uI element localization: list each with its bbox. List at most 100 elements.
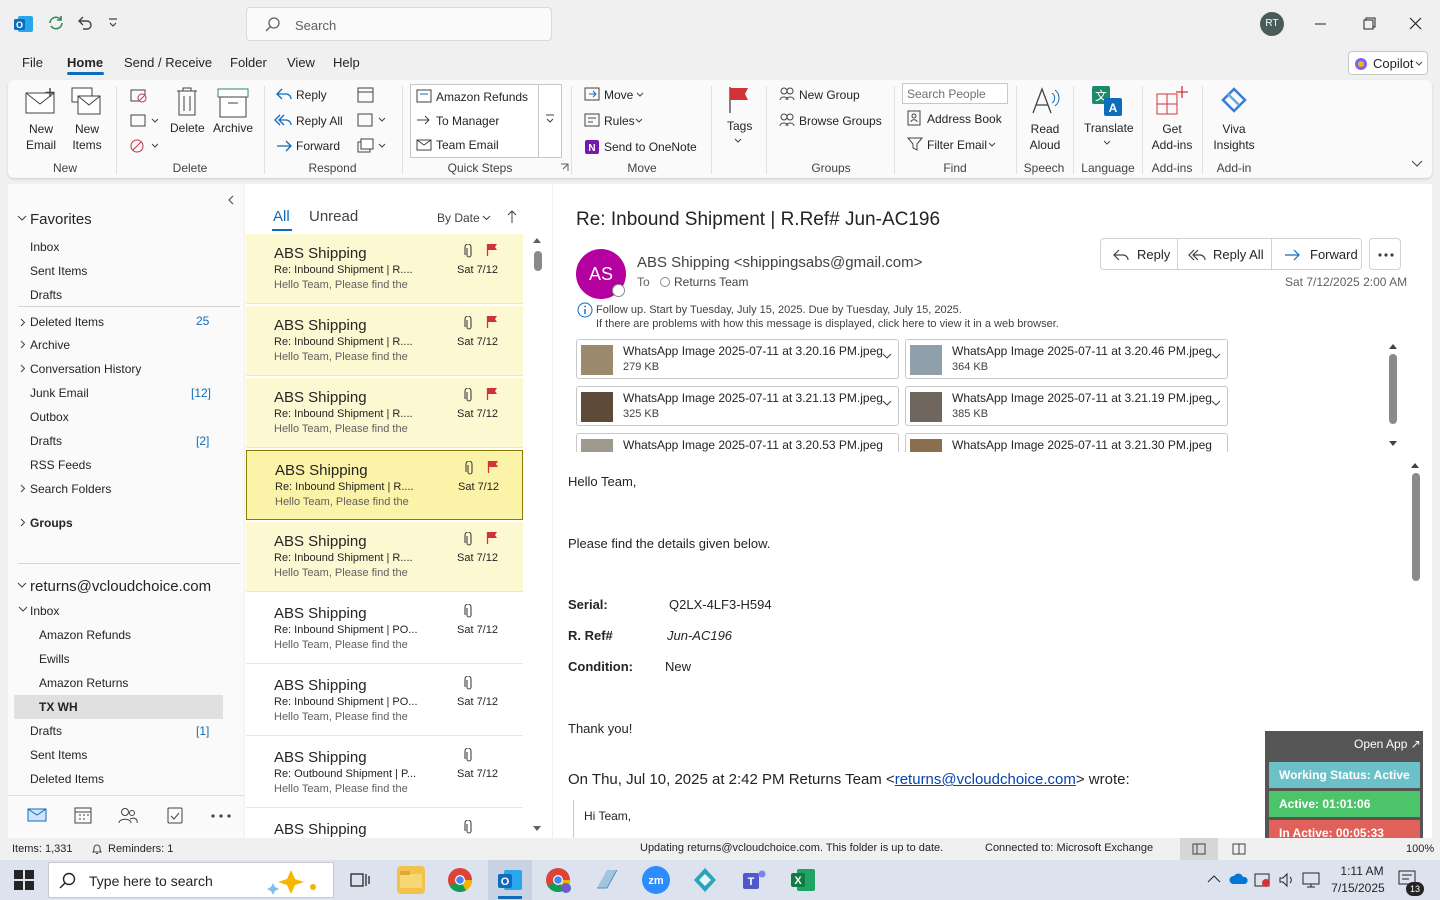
reading-view-icon[interactable] <box>1232 843 1246 855</box>
attachment[interactable]: WhatsApp Image 2025-07-11 at 3.20.53 PM.… <box>576 433 899 452</box>
restore-icon[interactable] <box>1358 12 1382 36</box>
chevron-down-icon[interactable] <box>1211 400 1221 407</box>
message-item[interactable]: ABS Shipping Re: Inbound Shipment | R....… <box>246 450 523 520</box>
folder-conversation-history[interactable]: Conversation History <box>30 362 141 376</box>
more-actions-button[interactable] <box>1369 238 1401 270</box>
delete-button[interactable]: Delete <box>170 121 205 135</box>
chevron-down-icon[interactable] <box>17 582 27 590</box>
folder-drafts-2[interactable]: Drafts <box>30 724 62 738</box>
quick-steps-expand[interactable] <box>538 84 562 158</box>
fav-drafts[interactable]: Drafts <box>30 288 62 302</box>
subfolder-amazon-returns[interactable]: Amazon Returns <box>39 676 128 690</box>
attachments-scrollbar-thumb[interactable] <box>1389 354 1397 424</box>
minimize-icon[interactable] <box>1310 12 1334 36</box>
message-item[interactable]: ABS Shipping <box>246 810 523 840</box>
sender-name[interactable]: ABS Shipping <shippingsabs@gmail.com> <box>637 254 922 271</box>
quote-email-link[interactable]: returns@vcloudchoice.com <box>895 771 1076 788</box>
message-item[interactable]: ABS Shipping Re: Inbound Shipment | R....… <box>246 378 523 448</box>
menu-help[interactable]: Help <box>333 55 360 70</box>
send-to-onenote-button[interactable]: Send to OneNote <box>604 140 697 154</box>
attachment[interactable]: WhatsApp Image 2025-07-11 at 3.21.19 PM.… <box>905 386 1228 426</box>
fav-sent-items[interactable]: Sent Items <box>30 264 87 278</box>
scroll-down-arrow-icon[interactable] <box>532 825 542 833</box>
folder-deleted-items-2[interactable]: Deleted Items <box>30 772 104 786</box>
menu-folder[interactable]: Folder <box>230 55 267 70</box>
chevron-right-icon[interactable] <box>20 518 26 527</box>
body-scrollbar-thumb[interactable] <box>1412 473 1420 581</box>
file-explorer-icon[interactable] <box>397 866 425 894</box>
message-list-scrollbar-thumb[interactable] <box>534 251 542 271</box>
scroll-down-arrow-icon[interactable] <box>1388 440 1398 448</box>
excel-icon[interactable]: X <box>789 866 817 894</box>
copilot-button[interactable]: Copilot <box>1348 51 1428 75</box>
chevron-down-icon[interactable] <box>17 215 27 223</box>
mail-icon[interactable] <box>26 806 48 826</box>
scroll-up-arrow-icon[interactable] <box>1410 461 1420 469</box>
folder-deleted-items[interactable]: Deleted Items <box>30 315 104 329</box>
undo-icon[interactable] <box>76 14 94 32</box>
folder-inbox[interactable]: Inbox <box>30 604 59 618</box>
chevron-right-icon[interactable] <box>20 364 26 373</box>
onedrive-icon[interactable] <box>1229 872 1249 886</box>
clock-date[interactable]: 7/15/2025 <box>1328 881 1388 895</box>
taskbar-search[interactable]: Type here to search <box>48 862 334 898</box>
attachment[interactable]: WhatsApp Image 2025-07-11 at 3.20.46 PM.… <box>905 339 1228 379</box>
reply-action-button[interactable]: Reply <box>1100 238 1178 270</box>
junk-icon[interactable] <box>130 138 158 154</box>
new-group-button[interactable]: New Group <box>799 88 860 102</box>
tasks-icon[interactable] <box>165 806 185 824</box>
quickstep-to-manager[interactable]: To Manager <box>436 114 499 128</box>
read-aloud-button[interactable]: Read Aloud <box>1026 121 1064 153</box>
search-box[interactable]: Search <box>246 7 552 41</box>
menu-file[interactable]: File <box>22 55 43 70</box>
search-people-input[interactable]: Search People <box>902 83 1008 104</box>
people-icon[interactable] <box>118 806 138 824</box>
chevron-down-icon[interactable] <box>882 353 892 360</box>
folder-search-folders[interactable]: Search Folders <box>30 482 111 496</box>
flag-icon[interactable] <box>486 243 498 257</box>
app-icon[interactable] <box>691 866 719 894</box>
security-icon[interactable] <box>1254 871 1272 889</box>
chrome-icon[interactable] <box>446 866 474 894</box>
rules-button[interactable]: Rules <box>604 114 635 128</box>
open-app-button[interactable]: Open App ↗ <box>1354 737 1421 751</box>
close-icon[interactable] <box>1404 12 1428 36</box>
groups-header[interactable]: Groups <box>30 516 73 530</box>
customize-icon[interactable] <box>108 16 118 30</box>
more-respond-icon[interactable] <box>357 138 387 156</box>
quickstep-amazon-refunds[interactable]: Amazon Refunds <box>436 90 528 104</box>
account-header[interactable]: returns@vcloudchoice.com <box>30 578 211 595</box>
scroll-up-arrow-icon[interactable] <box>532 236 542 244</box>
favorites-header[interactable]: Favorites <box>30 211 92 228</box>
menu-view[interactable]: View <box>287 55 315 70</box>
chevron-right-icon[interactable] <box>20 318 26 327</box>
sort-arrow-up-icon[interactable] <box>507 210 517 224</box>
teams-icon[interactable]: T <box>740 866 768 894</box>
folder-junk-email[interactable]: Junk Email <box>30 386 89 400</box>
dialog-launcher-icon[interactable] <box>560 163 569 172</box>
subfolder-ewills[interactable]: Ewills <box>39 652 70 666</box>
reply-button[interactable]: Reply <box>296 88 327 102</box>
message-item[interactable]: ABS Shipping Re: Inbound Shipment | R....… <box>246 234 523 304</box>
translate-button[interactable]: Translate <box>1084 121 1134 135</box>
im-icon[interactable] <box>357 112 387 130</box>
message-item[interactable]: ABS Shipping Re: Outbound Shipment | P...… <box>246 738 523 808</box>
clock-time[interactable]: 1:11 AM <box>1332 864 1392 878</box>
network-icon[interactable] <box>1302 871 1322 889</box>
viva-insights-button[interactable]: Viva Insights <box>1210 121 1258 153</box>
chevron-down-icon[interactable] <box>18 606 28 614</box>
folder-rss-feeds[interactable]: RSS Feeds <box>30 458 91 472</box>
meeting-icon[interactable] <box>357 86 375 104</box>
menu-home[interactable]: Home <box>67 55 103 70</box>
folder-drafts[interactable]: Drafts <box>30 434 62 448</box>
message-item[interactable]: ABS Shipping Re: Inbound Shipment | PO...… <box>246 666 523 736</box>
flag-icon[interactable] <box>486 531 498 545</box>
message-item[interactable]: ABS Shipping Re: Inbound Shipment | R....… <box>246 522 523 592</box>
address-book-button[interactable]: Address Book <box>927 112 1002 126</box>
flag-icon[interactable] <box>486 387 498 401</box>
filter-email-button[interactable]: Filter Email <box>927 138 987 152</box>
archive-button[interactable]: Archive <box>213 121 253 135</box>
ribbon-collapse-icon[interactable] <box>1411 160 1423 168</box>
reply-all-action-button[interactable]: Reply All <box>1177 238 1272 270</box>
ignore-icon[interactable] <box>130 88 148 104</box>
